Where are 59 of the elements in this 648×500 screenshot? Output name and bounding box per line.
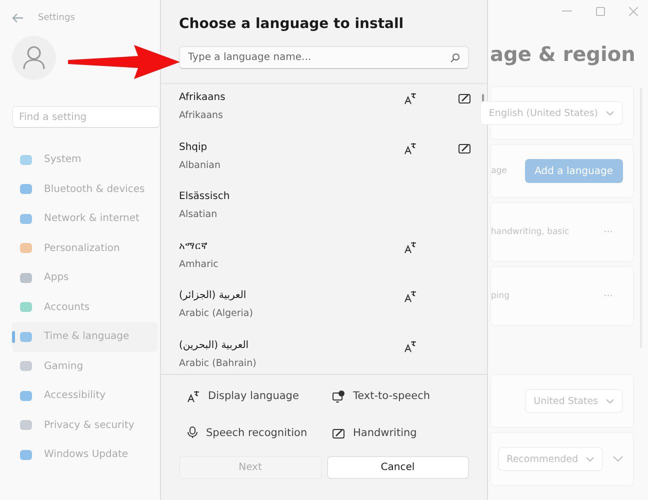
language-item[interactable]: Shqip Albanian: [161, 134, 487, 183]
native-name: Elsässisch: [179, 191, 231, 202]
english-name: Alsatian: [179, 209, 218, 220]
legend-label: Speech recognition: [206, 426, 308, 439]
native-name: Shqip: [179, 142, 208, 152]
native-name: العربية (البحرين): [179, 340, 250, 350]
sidebar-item[interactable]: Privacy & security: [12, 410, 158, 440]
sidebar-item[interactable]: Apps: [12, 263, 158, 292]
maximize-icon[interactable]: [596, 6, 605, 16]
sidebar-item[interactable]: Gaming: [12, 352, 158, 381]
english-name: Albanian: [179, 160, 222, 170]
chevron-down-icon: [586, 456, 594, 462]
english-name: Afrikaans: [179, 110, 224, 121]
language-item[interactable]: አማርኛ Amharic: [161, 232, 487, 282]
english-name: Arabic (Bahrain): [179, 358, 258, 368]
more-button[interactable]: ···: [603, 226, 623, 238]
minimize-icon[interactable]: [562, 10, 572, 12]
display-language-icon: [187, 390, 200, 403]
legend-label: Display language: [208, 390, 299, 402]
sidebar-item[interactable]: Accessibility: [12, 381, 158, 410]
dialog-title: Choose a language to install: [179, 16, 405, 32]
setting-description: ping: [491, 291, 510, 301]
sidebar-item[interactable]: Accounts: [12, 292, 158, 322]
native-name: العربية (الجزائر): [179, 290, 248, 301]
english-name: Arabic (Algeria): [179, 308, 254, 319]
sidebar-item[interactable]: Network & internet: [12, 204, 158, 234]
chevron-down-icon[interactable]: [613, 456, 623, 462]
dropdown[interactable]: Recommended: [498, 447, 603, 471]
native-name: Afrikaans: [179, 92, 226, 103]
dropdown[interactable]: English (United States): [480, 101, 623, 125]
add-language-button[interactable]: Add a language: [524, 159, 623, 183]
close-icon[interactable]: [629, 6, 638, 16]
legend-label: Handwriting: [353, 426, 417, 439]
legend-label: Text-to-speech: [353, 390, 430, 402]
sidebar-item[interactable]: Bluetooth & devices: [12, 174, 158, 204]
sidebar-item[interactable]: Windows Update: [12, 440, 158, 470]
chevron-down-icon: [606, 398, 614, 404]
setting-description: handwriting, basic: [491, 227, 570, 237]
language-search-field[interactable]: Type a language name...: [179, 46, 469, 69]
back-arrow-icon[interactable]: [12, 13, 24, 23]
search-icon: [450, 53, 460, 63]
setting-description: age: [491, 166, 507, 176]
language-item[interactable]: Elsässisch Alsatian: [161, 183, 487, 232]
cancel-button[interactable]: Cancel: [326, 456, 469, 479]
chevron-down-icon: [606, 110, 614, 116]
native-name: አማርኛ: [179, 240, 208, 252]
avatar: [12, 36, 56, 80]
sidebar-item[interactable]: System: [12, 145, 158, 174]
dropdown[interactable]: United States: [524, 389, 623, 413]
handwriting-icon: [332, 426, 345, 439]
page-title: age & region: [490, 42, 636, 66]
english-name: Amharic: [179, 258, 220, 270]
sidebar-item[interactable]: Personalization: [12, 234, 158, 263]
microphone-icon: [187, 426, 198, 440]
search-field[interactable]: Find a setting: [12, 106, 160, 128]
more-button[interactable]: ···: [603, 290, 623, 302]
speaker-screen-icon: [332, 390, 345, 403]
sidebar-item[interactable]: Time & language: [12, 322, 158, 352]
window-title: Settings: [38, 13, 75, 23]
